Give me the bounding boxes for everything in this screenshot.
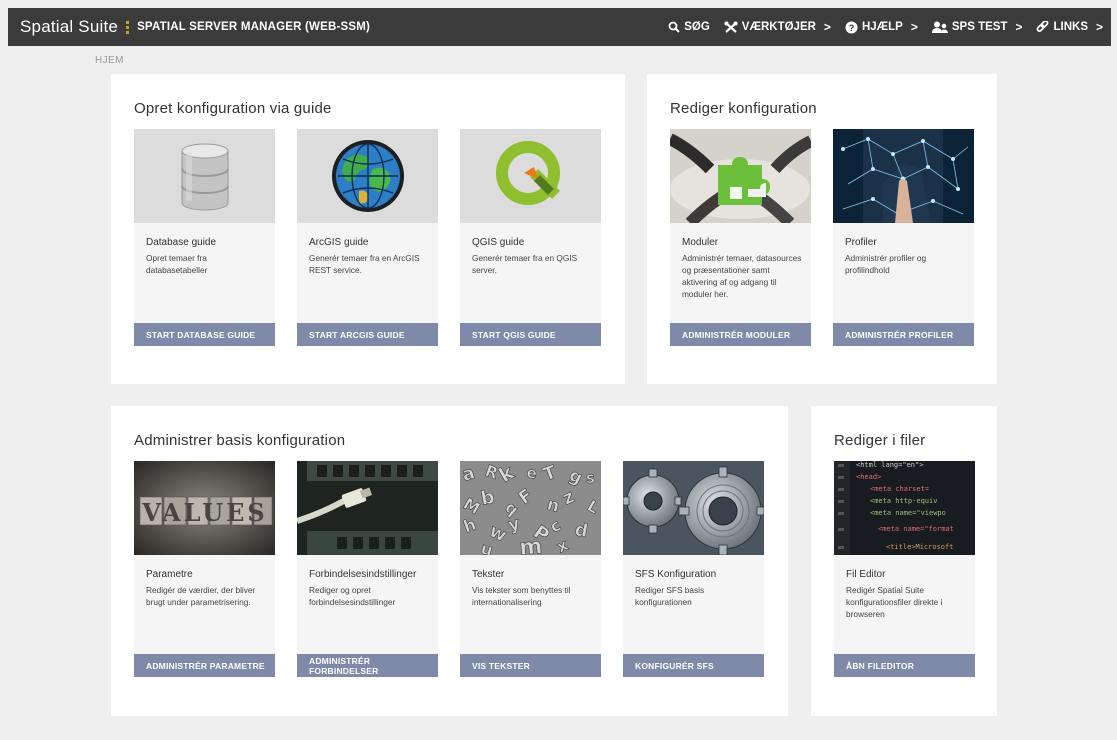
gears-image — [623, 461, 764, 555]
manage-modules-button[interactable]: ADMINISTRÉR MODULER — [670, 323, 811, 346]
top-bar: Spatial Suite SPATIAL SERVER MANAGER (WE… — [8, 8, 1111, 46]
database-image — [134, 129, 275, 223]
panel-basic-config: Administrer basis konfiguration VALUES P… — [111, 406, 788, 716]
card-title: QGIS guide — [472, 237, 525, 248]
card-description: Generér temaer fra en QGIS server. — [472, 253, 578, 276]
card-title: Tekster — [472, 569, 505, 580]
svg-text:?: ? — [849, 23, 855, 33]
top-nav: SØG VÆRKTØJER > ? HJÆLP > SPS TEST > LIN… — [668, 20, 1103, 34]
card-modules: Moduler Administrér temaer, datasources … — [670, 129, 811, 346]
card-description: Administrér temaer, datasources og præse… — [682, 253, 802, 300]
help-icon: ? — [845, 21, 858, 33]
panel-edit-config: Rediger konfiguration Moduler Administré… — [647, 74, 997, 384]
nav-search[interactable]: SØG — [668, 21, 710, 33]
arcgis-globe-image — [297, 129, 438, 223]
card-title: Forbindelsesindstillinger — [309, 569, 417, 580]
panel-edit-files: Rediger i filer <html lang="en"> <head> … — [811, 406, 997, 716]
brand-dots-icon — [126, 20, 130, 34]
nav-links-label: LINKS — [1053, 21, 1088, 33]
chevron-right-icon: > — [823, 20, 831, 34]
nav-help[interactable]: ? HJÆLP > — [845, 20, 918, 34]
code-line: <meta name="format — [878, 525, 954, 533]
card-description: Rediger og opret forbindelsesindstilling… — [309, 585, 396, 608]
card-description: Rediger SFS basis konfigurationen — [635, 585, 705, 608]
start-arcgis-guide-button[interactable]: START ARCGIS GUIDE — [297, 323, 438, 346]
users-icon — [931, 21, 948, 33]
card-file-editor: <html lang="en"> <head> <meta charset= <… — [834, 461, 975, 677]
configure-sfs-button[interactable]: KONFIGURÉR SFS — [623, 654, 764, 677]
card-arcgis-guide: ArcGIS guide Generér temaer fra en ArcGI… — [297, 129, 438, 346]
code-editor-image: <html lang="en"> <head> <meta charset= <… — [834, 461, 975, 555]
nav-tools-label: VÆRKTØJER — [741, 21, 816, 33]
show-texts-button[interactable]: VIS TEKSTER — [460, 654, 601, 677]
card-title: Moduler — [682, 237, 719, 248]
nav-links[interactable]: LINKS > — [1036, 20, 1103, 34]
card-description: Redigér de værdier, der bliver brugt und… — [146, 585, 256, 608]
chevron-right-icon: > — [1095, 20, 1103, 34]
card-texts: a R k e T g s M b q F n z L h w y P c d … — [460, 461, 601, 677]
link-icon — [1037, 20, 1049, 32]
brand-name: Spatial Suite — [20, 17, 119, 36]
brand[interactable]: Spatial Suite SPATIAL SERVER MANAGER (WE… — [20, 17, 370, 37]
card-title: ArcGIS guide — [309, 237, 369, 248]
start-qgis-guide-button[interactable]: START QGIS GUIDE — [460, 323, 601, 346]
tools-icon — [724, 21, 738, 33]
code-line: <meta name="viewpo — [870, 509, 946, 517]
card-sfs-config: SFS Konfiguration Rediger SFS basis konf… — [623, 461, 764, 677]
manage-parameters-button[interactable]: ADMINISTRÉR PARAMETRE — [134, 654, 275, 677]
card-connection-settings: Forbindelsesindstillinger Rediger og opr… — [297, 461, 438, 677]
card-description: Generér temaer fra en ArcGIS REST servic… — [309, 253, 420, 276]
card-title: Database guide — [146, 237, 217, 248]
network-cable-image — [297, 461, 438, 555]
card-database-guide: Database guide Opret temaer fra database… — [134, 129, 275, 346]
code-line: <meta http-equiv — [870, 497, 937, 505]
svg-text:s: s — [586, 469, 595, 487]
start-database-guide-button[interactable]: START DATABASE GUIDE — [134, 323, 275, 346]
card-title: SFS Konfiguration — [635, 569, 717, 580]
card-description: Opret temaer fra databasetabeller — [146, 253, 208, 276]
card-profiles: Profiler Administrér profiler og profili… — [833, 129, 974, 346]
nav-search-label: SØG — [684, 21, 710, 33]
svg-text:m: m — [518, 534, 543, 555]
qgis-logo-image — [460, 129, 601, 223]
nav-help-label: HJÆLP — [861, 21, 903, 33]
chevron-right-icon: > — [1015, 20, 1023, 34]
card-description: Vis tekster som benyttes til internation… — [472, 585, 571, 608]
code-line: <head> — [856, 473, 881, 481]
card-title: Fil Editor — [846, 569, 886, 580]
nav-user[interactable]: SPS TEST > — [931, 20, 1023, 34]
breadcrumb-home[interactable]: HJEM — [95, 55, 124, 66]
panel-create-config-guide: Opret konfiguration via guide Database g… — [111, 74, 625, 384]
nav-tools[interactable]: VÆRKTØJER > — [724, 20, 831, 34]
values-image: VALUES — [134, 461, 275, 555]
panel-title: Opret konfiguration via guide — [134, 100, 332, 117]
app-title: SPATIAL SERVER MANAGER (WEB-SSM) — [137, 21, 371, 33]
card-description: Redigér Spatial Suite konfigurationsfile… — [846, 585, 943, 620]
panel-title: Rediger i filer — [834, 432, 926, 449]
nav-user-label: SPS TEST — [951, 21, 1008, 33]
code-line: <meta charset= — [870, 485, 929, 493]
manage-profiles-button[interactable]: ADMINISTRÉR PROFILER — [833, 323, 974, 346]
code-line: <html lang="en"> — [856, 461, 923, 469]
panel-title: Rediger konfiguration — [670, 100, 817, 117]
network-touch-image — [833, 129, 974, 223]
card-description: Administrér profiler og profilindhold — [845, 253, 927, 276]
card-qgis-guide: QGIS guide Generér temaer fra en QGIS se… — [460, 129, 601, 346]
chevron-right-icon: > — [910, 20, 918, 34]
letters-image: a R k e T g s M b q F n z L h w y P c d … — [460, 461, 601, 555]
search-icon — [668, 21, 680, 33]
puzzle-image — [670, 129, 811, 223]
card-title: Parametre — [146, 569, 193, 580]
card-title: Profiler — [845, 237, 877, 248]
open-file-editor-button[interactable]: ÅBN FILEDITOR — [834, 654, 975, 677]
manage-connections-button[interactable]: ADMINISTRÉR FORBINDELSER — [297, 654, 438, 677]
code-line: <title>Microsoft — [886, 543, 953, 551]
card-parameters: VALUES Parametre Redigér de værdier, der… — [134, 461, 275, 677]
values-image-text: VALUES — [141, 498, 268, 527]
panel-title: Administrer basis konfiguration — [134, 432, 346, 449]
